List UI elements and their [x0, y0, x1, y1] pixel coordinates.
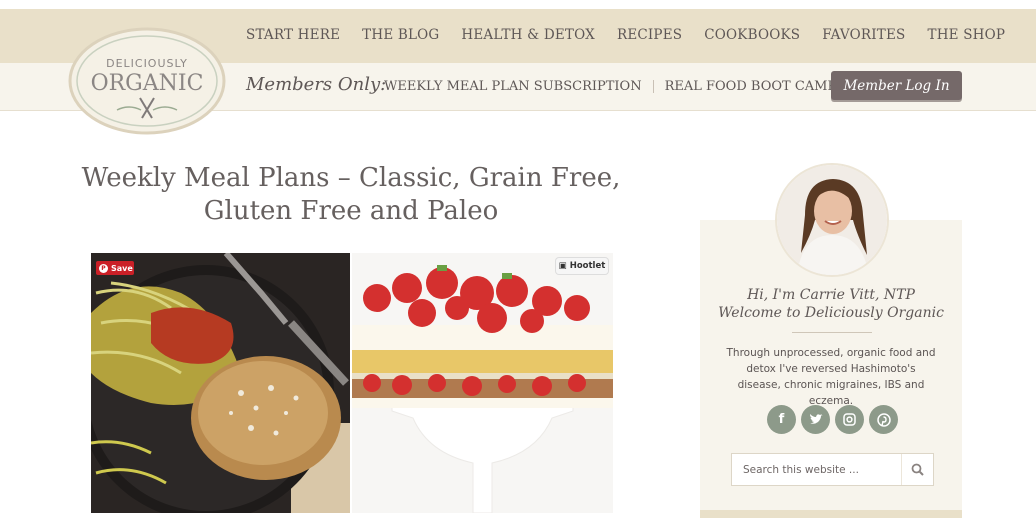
nav-health-detox[interactable]: HEALTH & DETOX — [461, 27, 595, 43]
pinterest-icon: P — [99, 263, 108, 273]
twitter-icon[interactable] — [801, 405, 830, 434]
search-input[interactable] — [732, 462, 905, 477]
sidebar-search — [731, 453, 934, 486]
sidebar-bio: Through unprocessed, organic food and de… — [726, 347, 936, 407]
members-links: WEEKLY MEAL PLAN SUBSCRIPTION REAL FOOD … — [384, 79, 836, 94]
save-label: Save — [111, 263, 133, 273]
sidebar-greeting: Hi, I'm Carrie Vitt, NTP Welcome to Deli… — [700, 286, 962, 322]
post-title: Weekly Meal Plans – Classic, Grain Free,… — [81, 163, 621, 226]
nav-favorites[interactable]: FAVORITES — [822, 27, 905, 43]
hootlet-label: Hootlet — [569, 261, 606, 271]
logo-oval-icon: DELICIOUSLY ORGANIC — [68, 27, 226, 135]
hootlet-owl-icon: ▣ — [558, 261, 567, 271]
logo-text-main: ORGANIC — [91, 71, 204, 96]
nav-the-blog[interactable]: THE BLOG — [362, 27, 439, 43]
facebook-icon[interactable]: f — [767, 405, 796, 434]
members-only-label: Members Only: — [246, 74, 387, 95]
post-image-strawberry-cake[interactable] — [352, 253, 613, 513]
site-logo[interactable]: DELICIOUSLY ORGANIC — [67, 26, 227, 136]
members-link-boot-camp[interactable]: REAL FOOD BOOT CAMP — [665, 79, 837, 94]
member-login-button[interactable]: Member Log In — [831, 71, 962, 100]
search-icon — [911, 463, 924, 476]
social-icons: f — [767, 405, 898, 434]
nav-start-here[interactable]: START HERE — [246, 27, 340, 43]
main-nav: START HERE THE BLOG HEALTH & DETOX RECIP… — [246, 27, 1027, 43]
sidebar-divider — [700, 510, 962, 518]
post-image-chicken-zoodles[interactable] — [91, 253, 350, 513]
nav-the-shop[interactable]: THE SHOP — [928, 27, 1006, 43]
greeting-divider — [792, 332, 872, 333]
greeting-welcome: Welcome to Deliciously Organic — [718, 305, 944, 321]
search-button[interactable] — [901, 454, 933, 485]
pinterest-save-button[interactable]: P Save — [96, 261, 134, 275]
instagram-icon[interactable] — [835, 405, 864, 434]
pinterest-icon[interactable] — [869, 405, 898, 434]
hootlet-button[interactable]: ▣ Hootlet — [556, 258, 608, 274]
nav-cookbooks[interactable]: COOKBOOKS — [704, 27, 800, 43]
members-link-meal-plan[interactable]: WEEKLY MEAL PLAN SUBSCRIPTION — [384, 79, 642, 94]
avatar — [775, 163, 889, 277]
members-link-separator — [652, 80, 654, 93]
nav-recipes[interactable]: RECIPES — [617, 27, 682, 43]
logo-text-top: DELICIOUSLY — [106, 57, 188, 70]
greeting-name: Hi, I'm Carrie Vitt, NTP — [747, 287, 915, 303]
